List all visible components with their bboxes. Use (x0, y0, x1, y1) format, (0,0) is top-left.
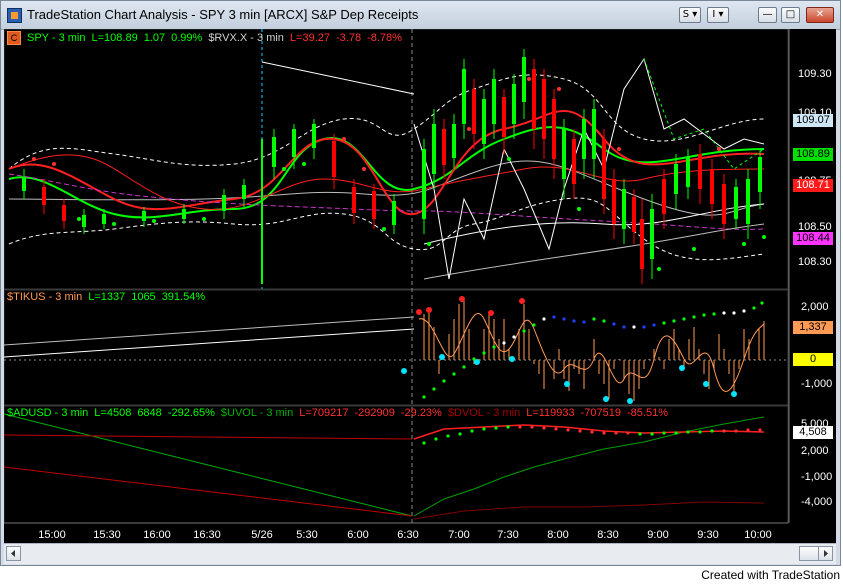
tick-zero-box: 0 (793, 353, 833, 366)
time-axis-label: 9:30 (697, 529, 719, 541)
spy-symbol: SPY - 3 min (27, 32, 86, 44)
tradestation-app-icon (7, 8, 22, 23)
tikus-last: L=1337 (88, 291, 126, 303)
last-price-box-spy: 108.89 (793, 148, 833, 161)
window-title: TradeStation Chart Analysis - SPY 3 min … (27, 7, 419, 22)
price-axis-label: 109.30 (798, 68, 832, 80)
last-price-box-rvx: 109.07 (793, 114, 833, 127)
menu-dropdown-button[interactable]: I ▾ (707, 7, 729, 23)
scroll-left-arrow-icon (11, 550, 15, 557)
time-axis-label: 5:30 (296, 529, 318, 541)
tick-axis-label: -1,000 (801, 378, 833, 390)
price-legend: C SPY - 3 min L=108.89 1.07 0.99% $RVX.X - 3 … (7, 31, 408, 45)
tick-last-box: 1,337 (793, 321, 833, 334)
ad-last-box: 4,508 (793, 426, 833, 439)
price-axis-label: 108.30 (798, 256, 832, 268)
time-axis-label: 16:30 (193, 529, 221, 541)
scroll-right-arrow-icon (824, 550, 828, 557)
rvx-last: L=39.27 (289, 32, 330, 44)
ma-price-box: 108.71 (793, 179, 833, 192)
tikus-symbol: $TIKUS - 3 min (7, 291, 83, 303)
adusd-pct: -292.65% (167, 407, 215, 419)
uvol-change: -292909 (354, 407, 395, 419)
time-axis-label: 5/26 (251, 529, 273, 541)
ad-pane[interactable] (4, 405, 789, 524)
ad-legend: $ADUSD - 3 min L=4508 6848 -292.65% $UVOL - … (7, 407, 674, 419)
tikus-change: 1065 (131, 291, 156, 303)
time-axis-label: 7:30 (497, 529, 519, 541)
tick-legend: $TIKUS - 3 min L=1337 1065 391.54% (7, 291, 211, 303)
time-axis-label: 7:00 (448, 529, 470, 541)
tick-pane[interactable] (4, 289, 789, 406)
adusd-change: 6848 (137, 407, 162, 419)
rvx-symbol: $RVX.X - 3 min (208, 32, 284, 44)
maximize-button[interactable]: □ (781, 7, 800, 23)
chart-canvas[interactable] (4, 29, 836, 543)
time-axis-label: 6:30 (397, 529, 419, 541)
time-axis-label: 15:30 (93, 529, 121, 541)
uvol-pct: -29.23% (400, 407, 442, 419)
footer-credit: Created with TradeStation (701, 568, 840, 582)
dvol-pct: -85.51% (627, 407, 668, 419)
uvol-last: L=709217 (299, 407, 349, 419)
adusd-symbol: $ADUSD - 3 min (7, 407, 89, 419)
ad-axis-label: 2,000 (801, 445, 829, 457)
time-axis-label: 9:00 (647, 529, 669, 541)
uvol-symbol: $UVOL - 3 min (220, 407, 294, 419)
rvx-pct: -8.78% (367, 32, 402, 44)
horizontal-scrollbar[interactable] (4, 543, 836, 564)
adusd-last: L=4508 (94, 407, 132, 419)
spy-change: 1.07 (143, 32, 166, 44)
time-axis-label: 16:00 (143, 529, 171, 541)
close-button[interactable]: ✕ (806, 7, 834, 23)
spy-pct: 0.99% (171, 32, 203, 44)
ad-axis-label: -4,000 (801, 496, 833, 508)
chart-area[interactable]: C SPY - 3 min L=108.89 1.07 0.99% $RVX.X - 3 … (4, 29, 836, 563)
style-dropdown-button[interactable]: S ▾ (679, 7, 701, 23)
ad-axis-label: -1,000 (801, 471, 833, 483)
minimize-button[interactable]: — (758, 7, 777, 23)
spy-last: L=108.89 (91, 32, 138, 44)
title-bar[interactable]: TradeStation Chart Analysis - SPY 3 min … (1, 1, 840, 30)
dvol-change: -707519 (580, 407, 621, 419)
tikus-pct: 391.54% (161, 291, 206, 303)
time-axis-label: 8:00 (547, 529, 569, 541)
chart-type-badge[interactable]: C (7, 31, 21, 45)
time-axis-label: 6:00 (347, 529, 369, 541)
scroll-left-button[interactable] (6, 546, 21, 561)
ma-slow-price-box: 108.44 (793, 232, 833, 245)
time-axis-label: 15:00 (38, 529, 66, 541)
rvx-change: -3.78 (336, 32, 362, 44)
dvol-symbol: $DVOL - 3 min (447, 407, 521, 419)
time-axis-label: 8:30 (597, 529, 619, 541)
tick-axis-label: 2,000 (801, 301, 829, 313)
time-axis-label: 10:00 (744, 529, 772, 541)
scroll-right-button[interactable] (818, 546, 833, 561)
dvol-last: L=119933 (526, 407, 575, 419)
